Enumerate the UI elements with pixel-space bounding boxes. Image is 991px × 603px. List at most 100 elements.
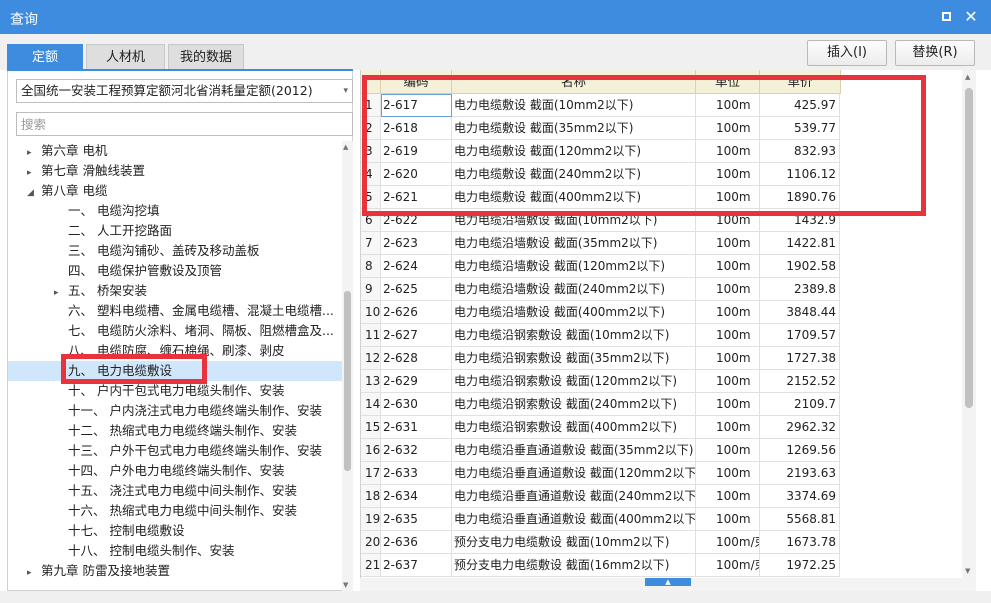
cell-unit[interactable]: 100m bbox=[696, 301, 760, 324]
cell-name[interactable]: 电力电缆敷设 截面(120mm2以下) bbox=[452, 140, 696, 163]
cell-price[interactable]: 2389.8 bbox=[760, 278, 840, 301]
grid-vertical-scrollbar[interactable]: ▲ ▼ bbox=[962, 70, 976, 578]
cell-price[interactable]: 1269.56 bbox=[760, 439, 840, 462]
row-index[interactable]: 17 bbox=[361, 462, 381, 485]
cell-price[interactable]: 539.77 bbox=[760, 117, 840, 140]
cell-unit[interactable]: 100m bbox=[696, 485, 760, 508]
cell-code[interactable]: 2-633 bbox=[381, 462, 452, 485]
row-index[interactable]: 9 bbox=[361, 278, 381, 301]
cell-unit[interactable]: 100m bbox=[696, 462, 760, 485]
tree-section-node[interactable]: 六、 塑料电缆槽、金属电缆槽、混凝土电缆槽... bbox=[8, 301, 342, 321]
tab-dinge[interactable]: 定额 bbox=[7, 44, 83, 69]
cell-name[interactable]: 电力电缆沿墙敷设 截面(120mm2以下) bbox=[452, 255, 696, 278]
cell-price[interactable]: 5568.81 bbox=[760, 508, 840, 531]
scroll-up-icon[interactable]: ▲ bbox=[965, 73, 970, 81]
cell-code[interactable]: 2-630 bbox=[381, 393, 452, 416]
cell-price[interactable]: 1972.25 bbox=[760, 554, 840, 577]
tree-section-node[interactable]: 十八、 控制电缆头制作、安装 bbox=[8, 541, 342, 561]
table-row[interactable]: 5 2-621 电力电缆敷设 截面(400mm2以下) 100m 1890.76 bbox=[361, 186, 841, 209]
cell-unit[interactable]: 100m bbox=[696, 255, 760, 278]
tree-section-node[interactable]: 十五、 浇注式电力电缆中间头制作、安装 bbox=[8, 481, 342, 501]
cell-name[interactable]: 电力电缆沿钢索敷设 截面(400mm2以下) bbox=[452, 416, 696, 439]
table-row[interactable]: 15 2-631 电力电缆沿钢索敷设 截面(400mm2以下) 100m 2962.32 bbox=[361, 416, 841, 439]
row-index[interactable]: 2 bbox=[361, 117, 381, 140]
cell-name[interactable]: 电力电缆沿钢索敷设 截面(10mm2以下) bbox=[452, 324, 696, 347]
maximize-button[interactable] bbox=[936, 7, 956, 27]
row-index[interactable]: 21 bbox=[361, 554, 381, 577]
row-index[interactable]: 12 bbox=[361, 347, 381, 370]
row-index[interactable]: 5 bbox=[361, 186, 381, 209]
row-index[interactable]: 1 bbox=[361, 94, 381, 117]
cell-name[interactable]: 电力电缆沿垂直通道敷设 截面(120mm2以下) bbox=[452, 462, 696, 485]
tree-section-node[interactable]: 十、 户内干包式电力电缆头制作、安装 bbox=[8, 381, 342, 401]
cell-code[interactable]: 2-631 bbox=[381, 416, 452, 439]
cell-unit[interactable]: 100m bbox=[696, 393, 760, 416]
cell-code[interactable]: 2-620 bbox=[381, 163, 452, 186]
tree-section-node[interactable]: 四、 电缆保护管敷设及顶管 bbox=[8, 261, 342, 281]
cell-unit[interactable]: 100m bbox=[696, 117, 760, 140]
table-row[interactable]: 4 2-620 电力电缆敷设 截面(240mm2以下) 100m 1106.12 bbox=[361, 163, 841, 186]
cell-name[interactable]: 电力电缆沿钢索敷设 截面(35mm2以下) bbox=[452, 347, 696, 370]
cell-name[interactable]: 电力电缆沿垂直通道敷设 截面(240mm2以下) bbox=[452, 485, 696, 508]
cell-price[interactable]: 1673.78 bbox=[760, 531, 840, 554]
cell-code[interactable]: 2-626 bbox=[381, 301, 452, 324]
cell-code[interactable]: 2-636 bbox=[381, 531, 452, 554]
cell-unit[interactable]: 100m bbox=[696, 370, 760, 393]
cell-unit[interactable]: 100m bbox=[696, 278, 760, 301]
grid-scroll-thumb[interactable] bbox=[965, 88, 973, 408]
cell-name[interactable]: 电力电缆沿垂直通道敷设 截面(35mm2以下) bbox=[452, 439, 696, 462]
cell-unit[interactable]: 100m bbox=[696, 324, 760, 347]
cell-unit[interactable]: 100m/束 bbox=[696, 531, 760, 554]
cell-price[interactable]: 425.97 bbox=[760, 94, 840, 117]
grid-header-name[interactable]: 名称 bbox=[452, 70, 696, 94]
table-row[interactable]: 202-636预分支电力电缆敷设 截面(10mm2以下)100m/束1673.7… bbox=[361, 531, 841, 554]
table-row[interactable]: 11 2-627 电力电缆沿钢索敷设 截面(10mm2以下) 100m 1709.57 bbox=[361, 324, 841, 347]
cell-name[interactable]: 电力电缆沿墙敷设 截面(400mm2以下) bbox=[452, 301, 696, 324]
table-row[interactable]: 7 2-623 电力电缆沿墙敷设 截面(35mm2以下) 100m 1422.81 bbox=[361, 232, 841, 255]
cell-code[interactable]: 2-624 bbox=[381, 255, 452, 278]
tree-chapter-node[interactable]: ◢ 第八章 电缆 bbox=[8, 181, 342, 201]
expand-arrow-icon[interactable]: ▸ bbox=[54, 283, 66, 303]
tree-section-node[interactable]: 七、 电缆防火涂料、堵洞、隔板、阻燃槽盒及... bbox=[8, 321, 342, 341]
tree-section-node[interactable]: 十一、 户内浇注式电力电缆终端头制作、安装 bbox=[8, 401, 342, 421]
grid-header-price[interactable]: 单价 bbox=[760, 70, 841, 94]
table-row[interactable]: 12 2-628 电力电缆沿钢索敷设 截面(35mm2以下) 100m 1727.38 bbox=[361, 347, 841, 370]
row-index[interactable]: 18 bbox=[361, 485, 381, 508]
grid-header-unit[interactable]: 单位 bbox=[696, 70, 760, 94]
row-index[interactable]: 10 bbox=[361, 301, 381, 324]
cell-price[interactable]: 2109.7 bbox=[760, 393, 840, 416]
cell-price[interactable]: 1709.57 bbox=[760, 324, 840, 347]
table-row[interactable]: 10 2-626 电力电缆沿墙敷设 截面(400mm2以下) 100m 3848.44 bbox=[361, 301, 841, 324]
cell-name[interactable]: 电力电缆沿垂直通道敷设 截面(400mm2以下) bbox=[452, 508, 696, 531]
row-index[interactable]: 14 bbox=[361, 393, 381, 416]
close-button[interactable]: ✕ bbox=[961, 7, 981, 27]
tree-section-node[interactable]: 八、 电缆防腐、缠石棉绳、刷漆、剥皮 bbox=[8, 341, 342, 361]
search-input[interactable] bbox=[16, 112, 353, 136]
cell-unit[interactable]: 100m bbox=[696, 209, 760, 232]
table-row[interactable]: 19 2-635 电力电缆沿垂直通道敷设 截面(400mm2以下) 100m 5568.… bbox=[361, 508, 841, 531]
row-index[interactable]: 16 bbox=[361, 439, 381, 462]
insert-button[interactable]: 插入(I) bbox=[807, 40, 887, 66]
tree-section-node[interactable]: 一、 电缆沟挖填 bbox=[8, 201, 342, 221]
cell-code[interactable]: 2-622 bbox=[381, 209, 452, 232]
cell-code[interactable]: 2-629 bbox=[381, 370, 452, 393]
cell-name[interactable]: 电力电缆沿钢索敷设 截面(120mm2以下) bbox=[452, 370, 696, 393]
table-row[interactable]: 16 2-632 电力电缆沿垂直通道敷设 截面(35mm2以下) 100m 1269.5… bbox=[361, 439, 841, 462]
grid-horizontal-scrollbar[interactable]: ▲ bbox=[360, 578, 976, 591]
table-row[interactable]: 18 2-634 电力电缆沿垂直通道敷设 截面(240mm2以下) 100m 3374.… bbox=[361, 485, 841, 508]
table-row[interactable]: 212-637预分支电力电缆敷设 截面(16mm2以下)100m/束1972.2… bbox=[361, 554, 841, 577]
table-row[interactable]: 1 2-617 电力电缆敷设 截面(10mm2以下) 100m 425.97 bbox=[361, 94, 841, 117]
tree-scroll-thumb[interactable] bbox=[344, 291, 351, 471]
row-index[interactable]: 8 bbox=[361, 255, 381, 278]
cell-unit[interactable]: 100m bbox=[696, 439, 760, 462]
cell-unit[interactable]: 100m bbox=[696, 347, 760, 370]
cell-unit[interactable]: 100m/束 bbox=[696, 554, 760, 577]
cell-price[interactable]: 3374.69 bbox=[760, 485, 840, 508]
cell-unit[interactable]: 100m bbox=[696, 94, 760, 117]
cell-code[interactable]: 2-621 bbox=[381, 186, 452, 209]
cell-price[interactable]: 1432.9 bbox=[760, 209, 840, 232]
scroll-up-icon[interactable]: ▲ bbox=[343, 143, 348, 151]
cell-code[interactable]: 2-618 bbox=[381, 117, 452, 140]
collapse-arrow-icon[interactable]: ◢ bbox=[27, 183, 39, 203]
cell-price[interactable]: 2152.52 bbox=[760, 370, 840, 393]
